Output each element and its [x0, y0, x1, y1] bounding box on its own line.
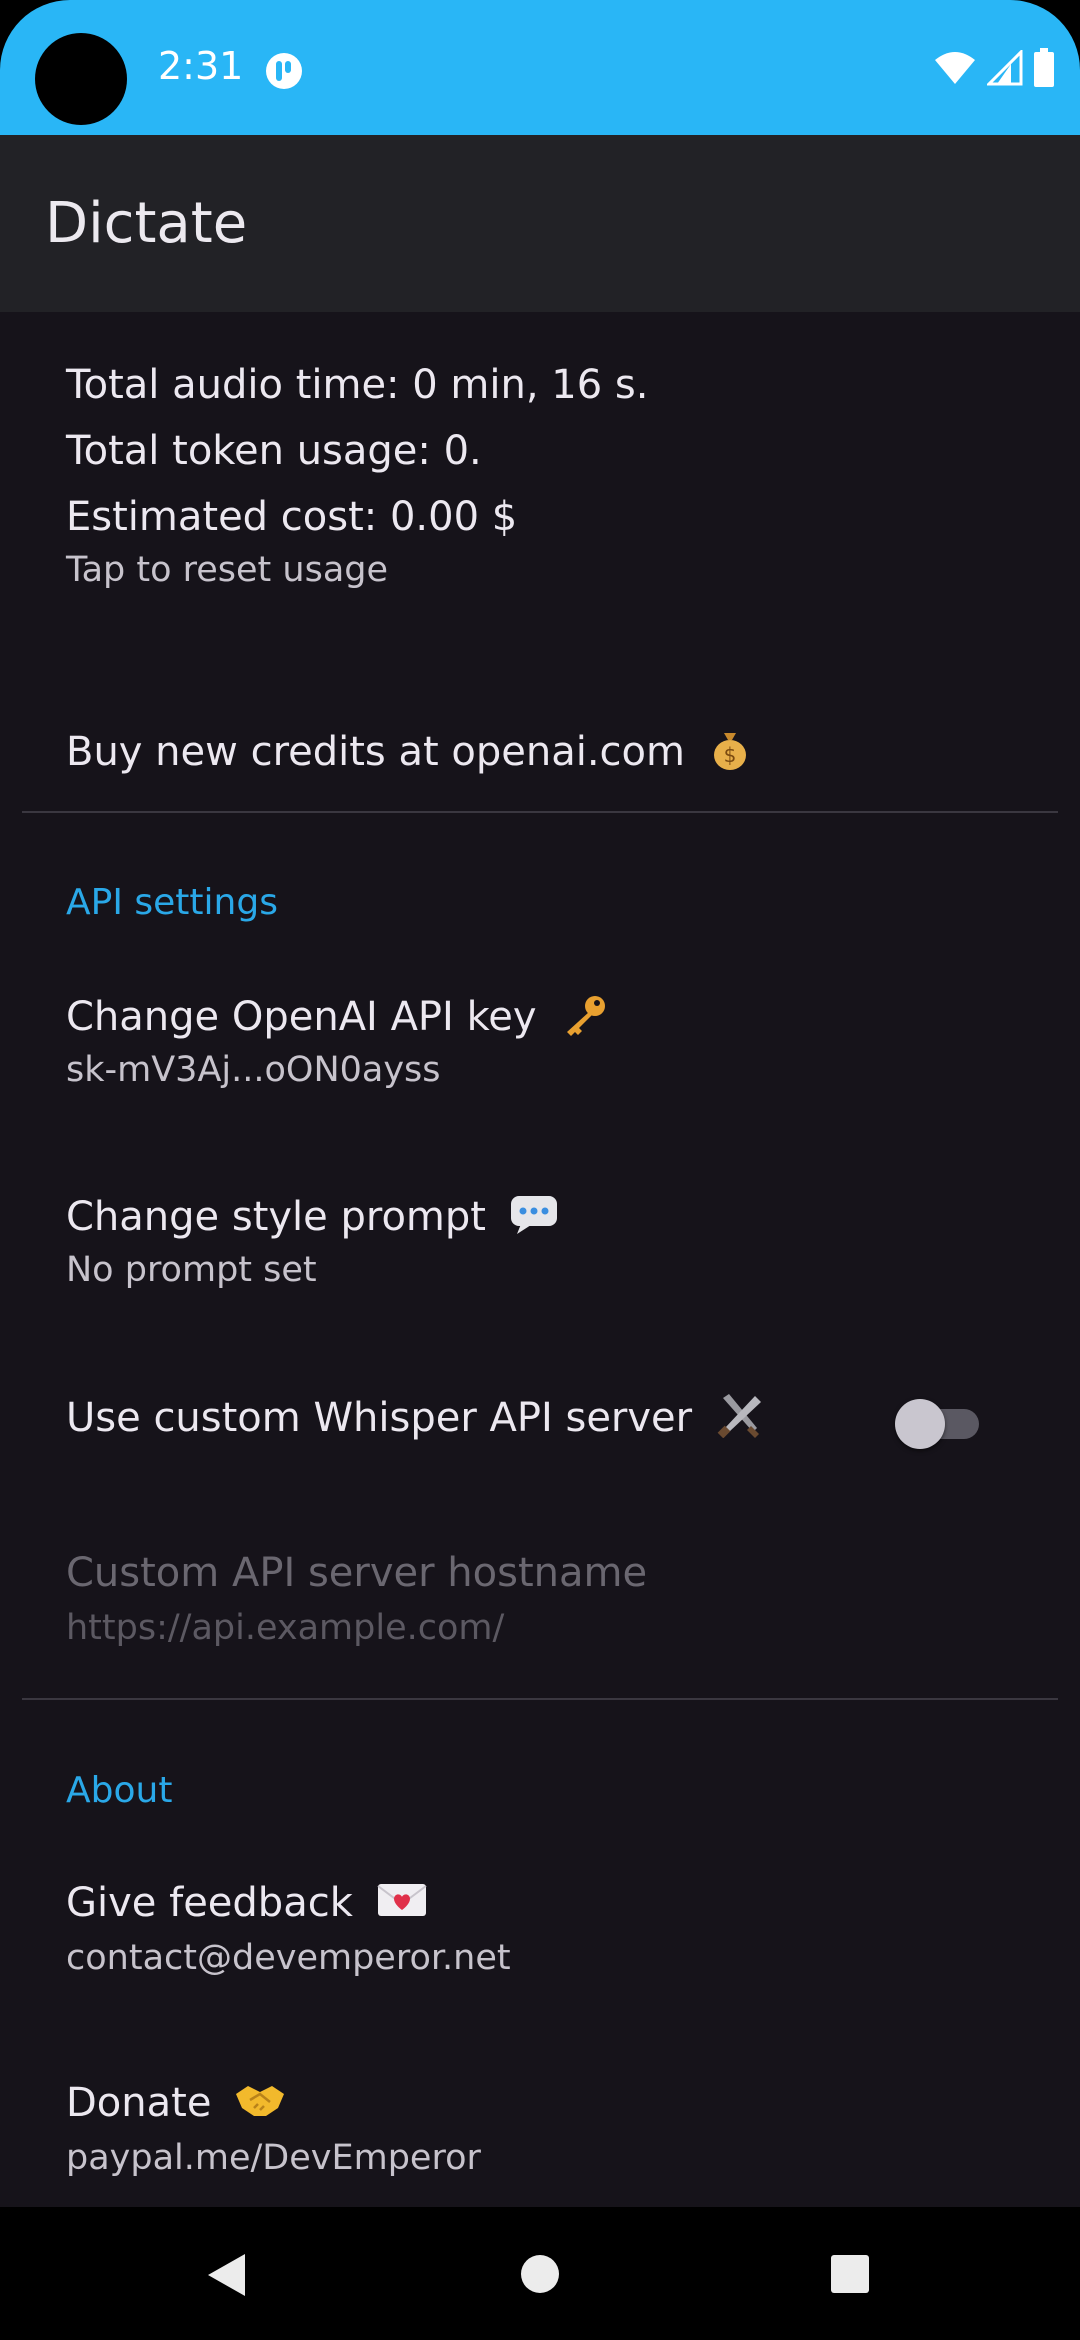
custom-hostname-title: Custom API server hostname	[66, 1550, 648, 1596]
recents-icon[interactable]	[830, 2254, 870, 2294]
total-token-usage: Total token usage: 0.	[66, 428, 482, 474]
total-audio-time: Total audio time: 0 min, 16 s.	[66, 362, 649, 408]
back-icon[interactable]	[205, 2252, 247, 2298]
custom-hostname-item: Custom API server hostname https://api.e…	[0, 1550, 1080, 1660]
toggle-thumb	[895, 1399, 945, 1449]
donate-link: paypal.me/DevEmperor	[66, 2138, 481, 2178]
buy-credits-item[interactable]: Buy new credits at openai.com $	[0, 712, 1080, 792]
custom-hostname-summary: https://api.example.com/	[66, 1608, 505, 1648]
change-api-key-item[interactable]: Change OpenAI API key sk-mV3Aj...oON0ays…	[0, 992, 1080, 1102]
divider	[22, 1698, 1058, 1700]
handshake-icon	[234, 2080, 286, 2130]
usage-reset-item[interactable]: Total audio time: 0 min, 16 s. Total tok…	[0, 362, 1080, 590]
camera-cutout	[35, 33, 127, 125]
divider	[22, 811, 1058, 813]
give-feedback-title: Give feedback	[66, 1880, 353, 1926]
love-letter-icon	[376, 1880, 428, 1930]
change-style-prompt-item[interactable]: Change style prompt No prompt set	[0, 1192, 1080, 1302]
buy-credits-label: Buy new credits at openai.com	[66, 729, 685, 775]
donate-item[interactable]: Donate paypal.me/DevEmperor	[0, 2080, 1080, 2190]
status-bar: 2:31	[0, 0, 1080, 135]
status-time: 2:31	[158, 44, 244, 88]
wifi-icon	[935, 52, 975, 84]
key-icon	[559, 992, 609, 1046]
feedback-email: contact@devemperor.net	[66, 1938, 511, 1978]
battery-icon	[1034, 48, 1054, 87]
speech-bubble-icon	[509, 1192, 559, 1246]
custom-server-toggle[interactable]	[895, 1399, 985, 1449]
settings-list[interactable]: Total audio time: 0 min, 16 s. Total tok…	[0, 312, 1080, 2207]
app-title: Dictate	[45, 191, 248, 256]
home-icon[interactable]	[520, 2254, 560, 2294]
estimated-cost: Estimated cost: 0.00 $	[66, 494, 518, 540]
change-api-key-title: Change OpenAI API key	[66, 994, 537, 1040]
style-prompt-summary: No prompt set	[66, 1250, 317, 1290]
app-bar: Dictate	[0, 135, 1080, 312]
svg-text:$: $	[723, 743, 736, 767]
donate-title: Donate	[66, 2080, 212, 2126]
reset-usage-hint: Tap to reset usage	[66, 550, 389, 590]
app-notification-icon	[266, 53, 302, 89]
status-icons	[933, 48, 1055, 88]
api-key-summary: sk-mV3Aj...oON0ayss	[66, 1050, 441, 1090]
section-header-api-settings: API settings	[66, 882, 278, 923]
tools-icon	[715, 1392, 765, 1448]
navigation-bar	[0, 2207, 1080, 2340]
signal-icon	[987, 50, 1023, 86]
give-feedback-item[interactable]: Give feedback contact@devemperor.net	[0, 1880, 1080, 1990]
money-bag-icon: $	[708, 727, 752, 781]
custom-server-title: Use custom Whisper API server	[66, 1395, 693, 1441]
change-style-prompt-title: Change style prompt	[66, 1194, 486, 1240]
section-header-about: About	[66, 1770, 173, 1811]
